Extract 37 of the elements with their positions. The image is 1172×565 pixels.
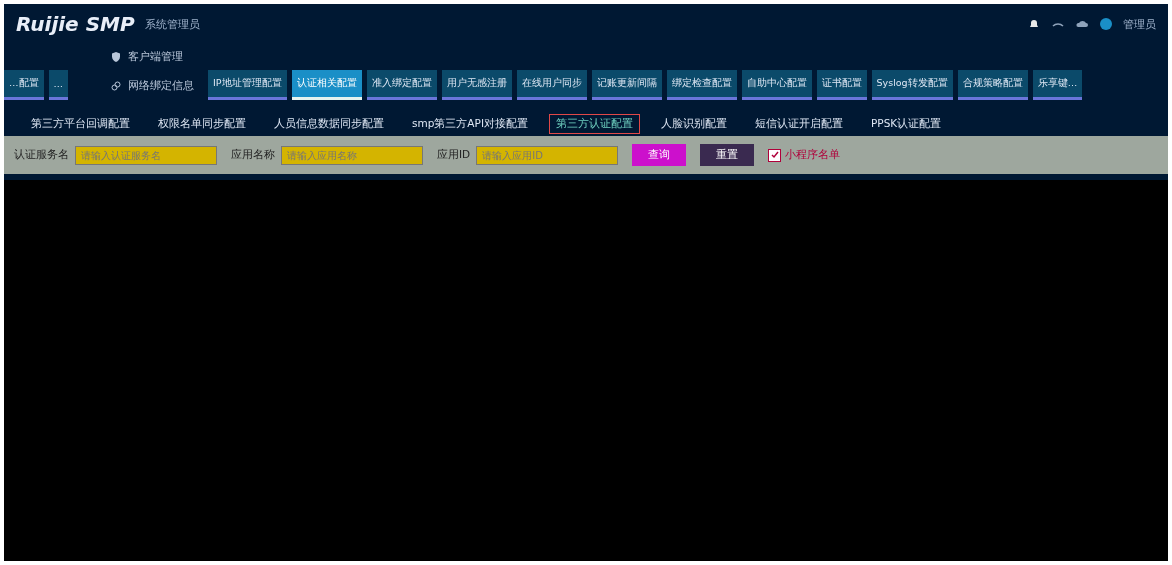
avatar-icon[interactable] <box>1099 17 1113 31</box>
sub-tab[interactable]: 人脸识别配置 <box>654 114 734 134</box>
tab[interactable]: … <box>48 70 68 100</box>
sub-tab[interactable]: 人员信息数据同步配置 <box>267 114 391 134</box>
tab[interactable]: 合规策略配置 <box>957 70 1028 100</box>
tab[interactable]: 认证相关配置 <box>291 70 362 100</box>
tab[interactable]: 准入绑定配置 <box>366 70 437 100</box>
reset-button[interactable]: 重置 <box>700 144 755 166</box>
tab[interactable]: 绑定检查配置 <box>666 70 737 100</box>
input-field[interactable]: 请输入应用名称 <box>281 145 423 165</box>
field-label: 应用名称 <box>231 148 275 162</box>
sub-tab[interactable]: 短信认证开启配置 <box>748 114 850 134</box>
sub-tab[interactable]: 第三方平台回调配置 <box>24 114 137 134</box>
shield-icon <box>110 50 122 63</box>
tab[interactable]: 证书配置 <box>816 70 867 100</box>
sub-tab[interactable]: smp第三方API对接配置 <box>405 114 535 134</box>
search-button[interactable]: 查询 <box>632 144 687 166</box>
sub-tab[interactable]: 第三方认证配置 <box>549 114 640 134</box>
logo: Ruijie SMP <box>16 12 135 36</box>
checkbox[interactable] <box>768 148 782 162</box>
tab[interactable]: IP地址管理配置 <box>208 70 287 100</box>
sub-tab[interactable]: PPSK认证配置 <box>864 114 949 134</box>
tab[interactable]: 记账更新间隔 <box>591 70 662 100</box>
field-label: 认证服务名 <box>14 148 69 162</box>
field-label: 应用ID <box>437 148 471 162</box>
tab[interactable]: 用户无感注册 <box>441 70 512 100</box>
user-name[interactable]: 管理员 <box>1123 16 1156 32</box>
system-title: 系统管理员 <box>144 16 200 32</box>
tab[interactable]: 在线用户同步 <box>516 70 587 100</box>
input-field[interactable]: 请输入应用ID <box>476 145 619 165</box>
sub-tab[interactable]: 权限名单同步配置 <box>151 114 253 134</box>
tab[interactable]: …配置 <box>4 70 44 100</box>
tab[interactable]: Syslog转发配置 <box>871 70 953 100</box>
tab[interactable]: 自助中心配置 <box>741 70 812 100</box>
input-field[interactable]: 请输入认证服务名 <box>75 145 217 165</box>
link-icon <box>110 79 122 92</box>
tab[interactable]: 乐享键… <box>1032 70 1083 100</box>
